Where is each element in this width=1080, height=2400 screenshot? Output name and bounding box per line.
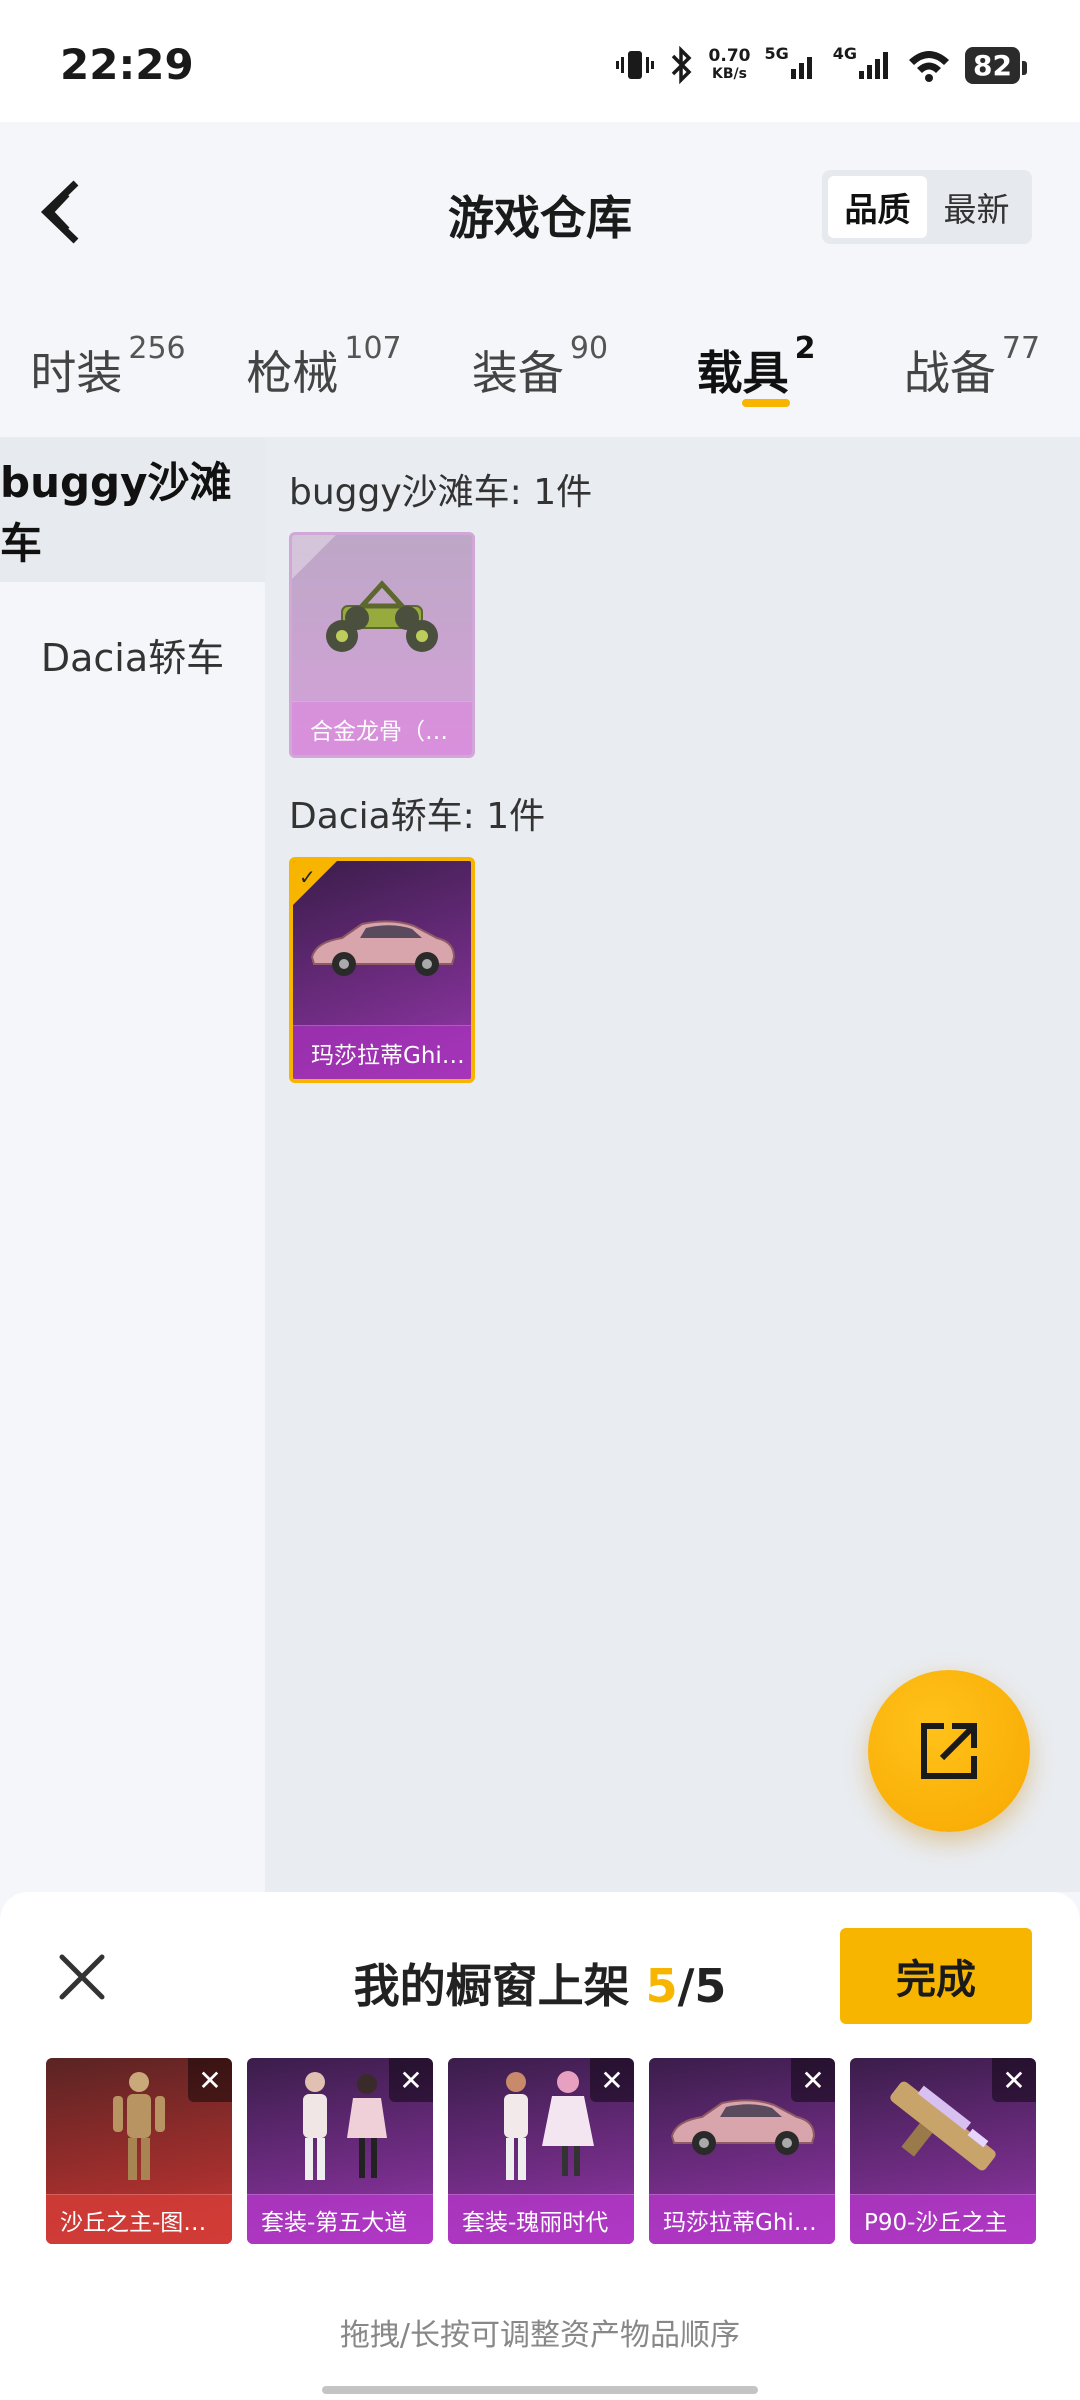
item-name: 套装-第五大道 [247, 2194, 433, 2244]
page-header: 游戏仓库 品质 最新 [0, 122, 1080, 297]
showcase-count-max: 5 [694, 1959, 727, 2013]
showcase-list: 沙丘之主-图… ✕ 套装-第五大道 ✕ 套装-瑰丽时代 ✕ 玛莎拉蒂Ghi… ✕ [46, 2058, 1036, 2244]
item-name: 玛莎拉蒂Ghi… [649, 2194, 835, 2244]
status-time: 22:29 [60, 40, 194, 89]
share-icon [921, 1723, 977, 1779]
bluetooth-icon [669, 46, 695, 84]
remove-item-button[interactable]: ✕ [188, 2058, 232, 2102]
item-card-buggy-skin[interactable]: 合金龙骨（… [289, 532, 475, 758]
tab-label: 载具 [696, 346, 789, 400]
remove-item-button[interactable]: ✕ [992, 2058, 1036, 2102]
active-tab-indicator [742, 399, 790, 407]
status-icons: 0.70 KB/s 5G 4G 82 [615, 42, 1027, 88]
group-title-buggy: buggy沙滩车: 1件 [289, 472, 593, 513]
tab-count: 90 [569, 331, 609, 366]
select-corner [292, 535, 336, 579]
category-tabs: 时装 256 枪械 107 装备 90 载具 2 战备 77 [0, 297, 1080, 437]
showcase-count-separator: / [677, 1959, 695, 2013]
tab-fashion[interactable]: 时装 256 [0, 297, 216, 437]
tab-count: 107 [344, 331, 402, 366]
showcase-title-text: 我的橱窗上架 [353, 1959, 630, 2013]
sort-latest-option[interactable]: 最新 [927, 176, 1026, 238]
showcase-item[interactable]: 套装-瑰丽时代 ✕ [448, 2058, 634, 2244]
tab-vehicles[interactable]: 载具 2 [648, 297, 864, 437]
tab-count: 2 [794, 331, 816, 366]
network-speed: 0.70 KB/s [708, 46, 751, 82]
item-name: P90-沙丘之主 [850, 2194, 1036, 2244]
showcase-item[interactable]: 套装-第五大道 ✕ [247, 2058, 433, 2244]
sort-quality-option[interactable]: 品质 [828, 176, 927, 238]
item-name: 沙丘之主-图… [46, 2194, 232, 2244]
battery-indicator: 82 [965, 46, 1027, 84]
group-title-dacia: Dacia轿车: 1件 [289, 796, 546, 837]
remove-item-button[interactable]: ✕ [791, 2058, 835, 2102]
tab-count: 256 [128, 331, 186, 366]
vehicle-type-sidebar: buggy沙滩车 Dacia轿车 [0, 437, 265, 1892]
sidebar-item-buggy[interactable]: buggy沙滩车 [0, 437, 265, 582]
sidebar-item-dacia[interactable]: Dacia轿车 [0, 582, 265, 727]
tab-label: 时装 [30, 346, 123, 400]
item-name: 玛莎拉蒂Ghi… [293, 1025, 471, 1079]
signal-5g-icon: 5G [765, 44, 819, 81]
remove-item-button[interactable]: ✕ [389, 2058, 433, 2102]
item-name: 套装-瑰丽时代 [448, 2194, 634, 2244]
tab-weapons[interactable]: 枪械 107 [216, 297, 432, 437]
sort-toggle: 品质 最新 [822, 170, 1032, 244]
item-card-dacia-skin[interactable]: 玛莎拉蒂Ghi… ✓ [289, 857, 475, 1083]
tab-label: 枪械 [246, 346, 339, 400]
showcase-item[interactable]: P90-沙丘之主 ✕ [850, 2058, 1036, 2244]
showcase-count-current: 5 [645, 1959, 678, 2013]
reorder-hint: 拖拽/长按可调整资产物品顺序 [339, 2318, 741, 2353]
done-button[interactable]: 完成 [840, 1928, 1032, 2024]
remove-item-button[interactable]: ✕ [590, 2058, 634, 2102]
item-name: 合金龙骨（… [292, 701, 472, 755]
home-indicator[interactable] [322, 2386, 758, 2394]
tab-label: 战备 [903, 346, 996, 400]
tab-count: 77 [1001, 331, 1041, 366]
status-bar: 22:29 0.70 KB/s 5G 4G 82 [0, 0, 1080, 122]
wifi-icon [907, 48, 951, 82]
showcase-item[interactable]: 玛莎拉蒂Ghi… ✕ [649, 2058, 835, 2244]
vibrate-icon [615, 47, 655, 83]
tab-label: 装备 [471, 346, 564, 400]
share-button[interactable] [868, 1670, 1030, 1832]
showcase-sheet: 我的橱窗上架 5/5 完成 沙丘之主-图… ✕ 套装-第五大道 ✕ 套装-瑰丽时… [0, 1892, 1080, 2400]
tab-equipment[interactable]: 装备 90 [432, 297, 648, 437]
signal-4g-icon: 4G [833, 44, 893, 81]
check-icon: ✓ [299, 865, 316, 889]
tab-battle-gear[interactable]: 战备 77 [864, 297, 1080, 437]
showcase-item[interactable]: 沙丘之主-图… ✕ [46, 2058, 232, 2244]
